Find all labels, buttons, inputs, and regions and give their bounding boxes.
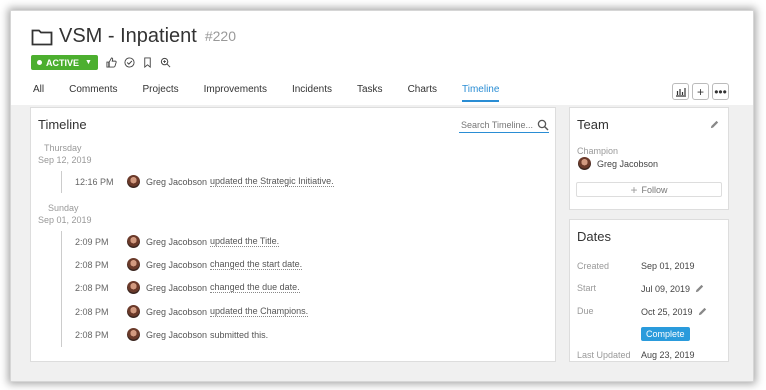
timeline-title: Timeline [38,117,87,132]
tab-bar: All Comments Projects Improvements Incid… [33,82,524,102]
due-value: Oct 25, 2019 [641,306,693,317]
timeline-entry: 2:08 PM Greg Jacobson updated the Champi… [75,305,309,318]
bar-chart-icon[interactable] [672,83,689,100]
entry-action[interactable]: changed the due date. [210,282,300,293]
entry-action[interactable]: changed the start date. [210,259,303,270]
tab-incidents[interactable]: Incidents [292,82,332,102]
tab-comments[interactable]: Comments [69,82,117,102]
entry-user: Greg Jacobson [146,236,208,247]
tab-improvements[interactable]: Improvements [204,82,267,102]
group-day: Thursday [44,143,82,153]
timeline-entry: 2:09 PM Greg Jacobson updated the Title. [75,235,280,248]
timeline-connector [61,231,62,347]
champion-label: Champion [577,146,619,156]
timeline-entry: 2:08 PM Greg Jacobson changed the start … [75,258,303,271]
plus-icon[interactable]: + [692,83,709,100]
entry-action[interactable]: updated the Strategic Initiative. [210,176,334,187]
avatar [127,235,140,248]
timeline-entry: 12:16 PM Greg Jacobson updated the Strat… [75,175,334,188]
last-updated-label: Last Updated [577,350,631,360]
avatar [127,305,140,318]
search-placeholder: Search Timeline... [461,120,534,130]
champion: Greg Jacobson [578,157,658,170]
status-label: ACTIVE [46,57,80,68]
group-day: Sunday [48,203,79,213]
search-icon[interactable] [537,119,549,131]
thumbs-up-icon[interactable] [106,57,117,68]
title-row: VSM - Inpatient #220 [31,25,236,48]
status-badge[interactable]: ACTIVE ▼ [31,55,98,70]
ticket-number: #220 [204,27,236,44]
last-updated-row: Last Updated Aug 23, 2019 [577,350,695,360]
timeline-entry: 2:08 PM Greg Jacobson submitted this. [75,328,268,341]
toolbar-icons: + ••• [672,83,729,100]
avatar [127,258,140,271]
follow-button[interactable]: + Follow [576,182,722,197]
created-label: Created [577,261,610,271]
entry-user: Greg Jacobson [146,329,208,340]
start-value: Jul 09, 2019 [641,283,691,294]
team-panel: Team Champion Greg Jacobson + Follow [569,107,729,210]
last-updated-value: Aug 23, 2019 [641,350,695,360]
check-circle-icon[interactable] [124,57,135,68]
timeline-panel: Timeline Search Timeline... Thursday Sep… [30,107,556,362]
due-row: Due Oct 25, 2019 [577,306,708,317]
tab-tasks[interactable]: Tasks [357,82,383,102]
entry-time: 2:08 PM [75,282,109,293]
start-value-wrap: Jul 09, 2019 [641,283,705,294]
timeline-entry: 2:08 PM Greg Jacobson changed the due da… [75,281,300,294]
team-title: Team [577,117,609,132]
chevron-down-icon: ▼ [85,59,92,66]
entry-action[interactable]: updated the Champions. [210,306,309,317]
entry-time: 2:08 PM [75,306,109,317]
tab-charts[interactable]: Charts [408,82,437,102]
header: VSM - Inpatient #220 ACTIVE ▼ All Commen… [11,11,753,105]
entry-time: 2:08 PM [75,329,109,340]
group-date: Sep 12, 2019 [38,155,92,165]
tab-projects[interactable]: Projects [142,82,178,102]
start-row: Start Jul 09, 2019 [577,283,705,294]
entry-user: Greg Jacobson [146,176,208,187]
pencil-icon[interactable] [694,283,705,294]
entry-time: 2:08 PM [75,259,109,270]
start-label: Start [577,283,597,293]
zoom-icon[interactable] [160,57,171,68]
avatar [127,328,140,341]
entry-action: submitted this. [210,329,269,340]
complete-button[interactable]: Complete [641,327,690,341]
action-icons [106,57,171,68]
folder-icon [31,29,53,45]
entry-user: Greg Jacobson [146,306,208,317]
status-dot [37,60,42,65]
tab-all[interactable]: All [33,82,44,102]
more-icon[interactable]: ••• [712,83,729,100]
champion-name: Greg Jacobson [597,158,659,169]
avatar [578,157,591,170]
status-row: ACTIVE ▼ [31,55,171,70]
entry-time: 2:09 PM [75,236,109,247]
bookmark-icon[interactable] [142,57,153,68]
created-value: Sep 01, 2019 [641,261,695,271]
app-window: VSM - Inpatient #220 ACTIVE ▼ All Commen… [10,10,754,382]
entry-action[interactable]: updated the Title. [210,236,280,247]
due-label: Due [577,306,594,316]
timeline-connector [61,171,62,193]
due-value-wrap: Oct 25, 2019 [641,306,708,317]
entry-user: Greg Jacobson [146,259,208,270]
plus-icon: + [630,182,638,197]
follow-label: Follow [641,184,668,195]
avatar [127,281,140,294]
search-input[interactable]: Search Timeline... [459,118,549,133]
entry-user: Greg Jacobson [146,282,208,293]
dates-title: Dates [577,229,611,244]
dates-panel: Dates Created Sep 01, 2019 Start Jul 09,… [569,219,729,362]
pencil-icon[interactable] [709,119,720,130]
page-title: VSM - Inpatient [59,25,197,47]
tab-timeline[interactable]: Timeline [462,82,500,102]
pencil-icon[interactable] [697,306,708,317]
entry-time: 12:16 PM [75,176,114,187]
created-row: Created Sep 01, 2019 [577,261,695,271]
avatar [127,175,140,188]
group-date: Sep 01, 2019 [38,215,92,225]
